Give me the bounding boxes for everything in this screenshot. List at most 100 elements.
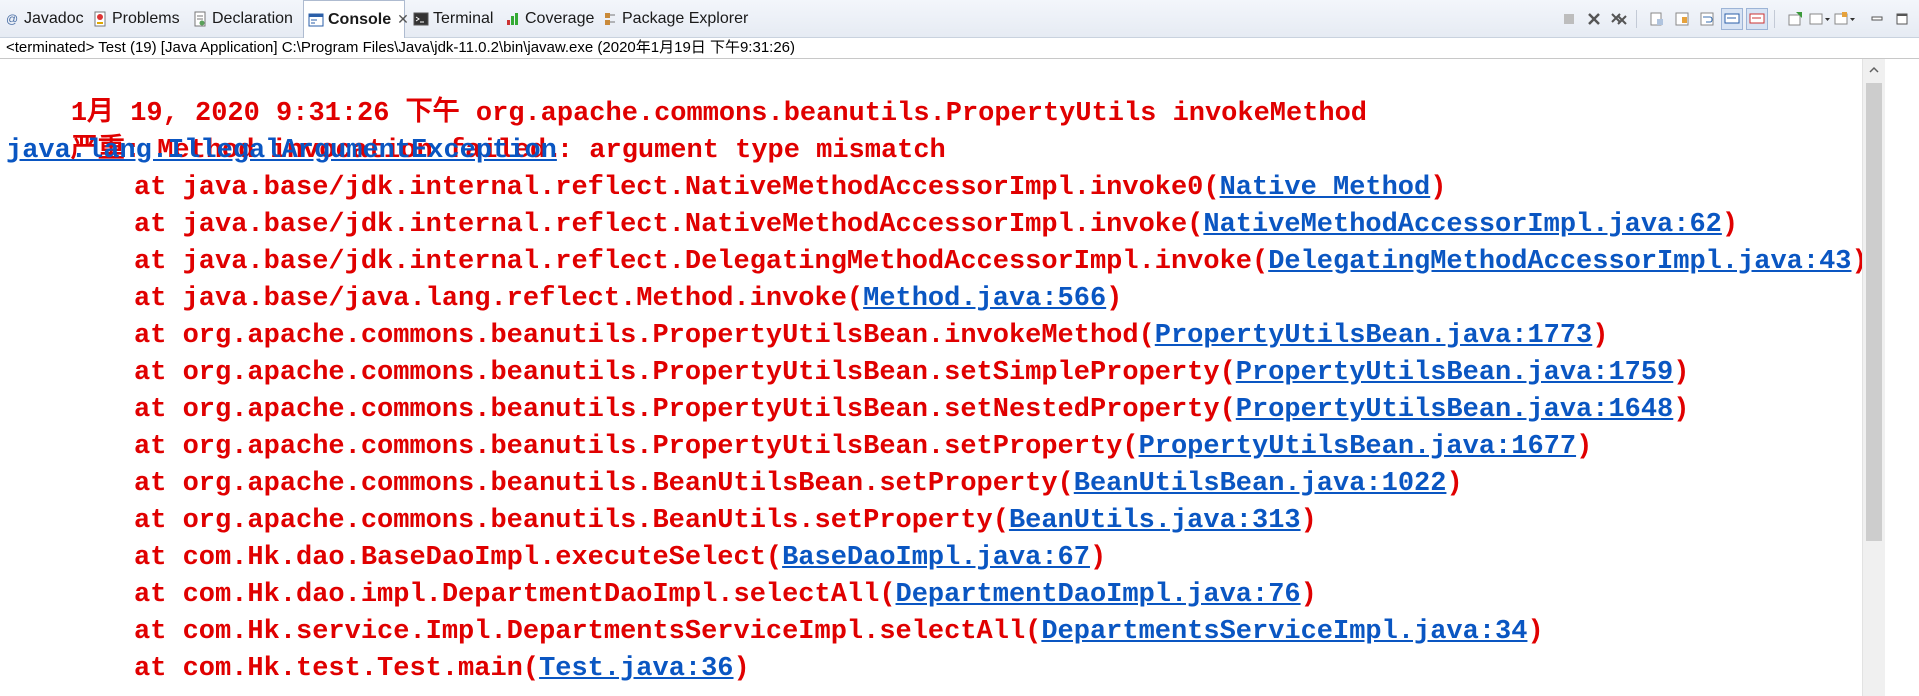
stack-frame-text: at java.base/java.lang.reflect.Method.in… bbox=[134, 284, 864, 314]
toolbar-separator bbox=[1636, 10, 1637, 28]
right-margin bbox=[1885, 59, 1919, 696]
source-link[interactable]: PropertyUtilsBean.java:1648 bbox=[1236, 395, 1673, 425]
coverage-icon bbox=[505, 11, 521, 27]
stack-frame-text: at org.apache.commons.beanutils.BeanUtil… bbox=[134, 469, 1074, 499]
exception-link[interactable]: java.lang.IllegalArgumentException bbox=[6, 136, 557, 166]
stack-frame-close: ) bbox=[1106, 284, 1123, 314]
source-link[interactable]: BeanUtilsBean.java:1022 bbox=[1074, 469, 1447, 499]
vertical-scrollbar[interactable] bbox=[1862, 59, 1885, 696]
source-link[interactable]: BaseDaoImpl.java:67 bbox=[782, 543, 1090, 573]
source-link[interactable]: PropertyUtilsBean.java:1677 bbox=[1139, 432, 1576, 462]
tab-declaration[interactable]: Declaration bbox=[192, 0, 293, 38]
stack-frame-close: ) bbox=[1430, 173, 1447, 203]
source-link[interactable]: DepartmentDaoImpl.java:76 bbox=[896, 580, 1301, 610]
source-link[interactable]: DepartmentsServiceImpl.java:34 bbox=[1041, 617, 1527, 647]
source-link[interactable]: Test.java:36 bbox=[539, 654, 733, 684]
stack-frame-line: at org.apache.commons.beanutils.Property… bbox=[134, 318, 1608, 355]
tab-problems[interactable]: Problems bbox=[92, 0, 180, 38]
minimize-icon[interactable] bbox=[1866, 8, 1888, 30]
stack-frame-close: ) bbox=[1673, 358, 1690, 388]
remove-launch-icon[interactable] bbox=[1583, 8, 1605, 30]
stack-frame-line: at java.base/jdk.internal.reflect.Native… bbox=[134, 170, 1446, 207]
tab-package-explorer[interactable]: Package Explorer bbox=[602, 0, 748, 38]
tab-label: Declaration bbox=[212, 10, 293, 27]
toolbar-separator bbox=[1774, 10, 1775, 28]
close-icon[interactable]: ✕ bbox=[397, 11, 409, 28]
tab-label: Console bbox=[328, 10, 392, 28]
stack-frame-line: at org.apache.commons.beanutils.Property… bbox=[134, 355, 1689, 392]
console-line: 严重: Method invocation failed. bbox=[6, 96, 562, 166]
source-link[interactable]: Native Method bbox=[1220, 173, 1431, 203]
tab-javadoc[interactable]: @ Javadoc bbox=[4, 0, 84, 38]
source-link[interactable]: Method.java:566 bbox=[863, 284, 1106, 314]
stack-frame-close: ) bbox=[1592, 321, 1609, 351]
remove-all-terminated-icon[interactable] bbox=[1608, 8, 1630, 30]
stack-frame-line: at org.apache.commons.beanutils.BeanUtil… bbox=[134, 466, 1463, 503]
stack-frame-close: ) bbox=[1089, 543, 1107, 573]
source-link[interactable]: PropertyUtilsBean.java:1773 bbox=[1155, 321, 1592, 351]
pin-console-icon[interactable] bbox=[1784, 8, 1806, 30]
scroll-up-icon[interactable] bbox=[1863, 59, 1885, 81]
open-console-icon[interactable] bbox=[1834, 8, 1856, 30]
stack-frame-line: at com.Hk.service.Impl.DepartmentsServic… bbox=[134, 614, 1544, 651]
exception-message: : argument type mismatch bbox=[556, 136, 946, 166]
console-output[interactable]: 1月 19, 2020 9:31:26 下午 org.apache.common… bbox=[0, 59, 1862, 696]
stack-frame-close: ) bbox=[1721, 210, 1739, 240]
stack-frame-text: at java.base/jdk.internal.reflect.Native… bbox=[134, 210, 1204, 240]
stack-frame-line: at org.apache.commons.beanutils.BeanUtil… bbox=[134, 503, 1317, 540]
stack-frame-line: at com.Hk.test.Test.main(Test.java:36) bbox=[134, 651, 750, 688]
at-sign-icon: @ bbox=[4, 11, 20, 27]
source-link[interactable]: NativeMethodAccessorImpl.java:62 bbox=[1203, 210, 1721, 240]
clear-console-icon[interactable] bbox=[1646, 8, 1668, 30]
stack-frame-text: at com.Hk.service.Impl.DepartmentsServic… bbox=[134, 617, 1042, 647]
declaration-icon bbox=[192, 11, 208, 27]
tab-label: Javadoc bbox=[24, 10, 84, 27]
stack-frame-close: ) bbox=[1300, 506, 1317, 536]
scrollbar-thumb[interactable] bbox=[1866, 83, 1882, 541]
tab-label: Package Explorer bbox=[622, 10, 749, 27]
stack-frame-text: at com.Hk.dao.BaseDaoImpl.executeSelect( bbox=[134, 543, 783, 573]
console-process-label: <terminated> Test (19) [Java Application… bbox=[0, 38, 1919, 59]
tab-label: Problems bbox=[112, 10, 180, 27]
stack-frame-close: ) bbox=[1673, 395, 1690, 425]
stack-frame-close: ) bbox=[1576, 432, 1593, 462]
view-tab-bar: @ Javadoc Problems Declaration Console ✕… bbox=[0, 0, 1919, 38]
stack-frame-line: at org.apache.commons.beanutils.Property… bbox=[134, 392, 1689, 429]
stack-frame-line: at org.apache.commons.beanutils.Property… bbox=[134, 429, 1592, 466]
tab-console[interactable]: Console ✕ bbox=[303, 0, 409, 38]
console-line: 1月 19, 2020 9:31:26 下午 org.apache.common… bbox=[6, 59, 1367, 129]
stack-frame-close: ) bbox=[1300, 580, 1317, 610]
svg-text:@: @ bbox=[6, 12, 18, 26]
display-console-icon[interactable] bbox=[1809, 8, 1831, 30]
stack-frame-line: at com.Hk.dao.impl.DepartmentDaoImpl.sel… bbox=[134, 577, 1317, 614]
source-link[interactable]: BeanUtils.java:313 bbox=[1009, 506, 1301, 536]
tab-coverage[interactable]: Coverage bbox=[505, 0, 594, 38]
tab-terminal[interactable]: Terminal bbox=[413, 0, 493, 38]
stack-frame-line: at java.base/jdk.internal.reflect.Delega… bbox=[134, 244, 1862, 281]
stack-frame-text: at org.apache.commons.beanutils.BeanUtil… bbox=[134, 506, 1009, 536]
show-stderr-icon[interactable] bbox=[1746, 8, 1768, 30]
package-explorer-icon bbox=[602, 11, 618, 27]
source-link[interactable]: PropertyUtilsBean.java:1759 bbox=[1236, 358, 1673, 388]
source-link[interactable]: DelegatingMethodAccessorImpl.java:43 bbox=[1268, 247, 1851, 277]
show-stdout-icon[interactable] bbox=[1721, 8, 1743, 30]
stack-frame-text: at com.Hk.test.Test.main( bbox=[134, 654, 540, 684]
stack-frame-text: at java.base/jdk.internal.reflect.Delega… bbox=[134, 247, 1269, 277]
problems-icon bbox=[92, 11, 108, 27]
terminate-icon[interactable] bbox=[1558, 8, 1580, 30]
console-line: java.lang.IllegalArgumentException: argu… bbox=[6, 133, 946, 170]
stack-frame-line: at java.base/java.lang.reflect.Method.in… bbox=[134, 281, 1122, 318]
stack-frame-close: ) bbox=[1446, 469, 1463, 499]
terminal-icon bbox=[413, 11, 429, 27]
stack-frame-text: at org.apache.commons.beanutils.Property… bbox=[134, 321, 1155, 351]
stack-frame-close: ) bbox=[1851, 247, 1862, 277]
word-wrap-icon[interactable] bbox=[1696, 8, 1718, 30]
tab-label: Terminal bbox=[433, 10, 494, 27]
maximize-icon[interactable] bbox=[1891, 8, 1913, 30]
console-toolbar bbox=[1555, 6, 1919, 32]
stack-frame-line: at com.Hk.dao.BaseDaoImpl.executeSelect(… bbox=[134, 540, 1106, 577]
scroll-lock-icon[interactable] bbox=[1671, 8, 1693, 30]
stack-frame-close: ) bbox=[733, 654, 750, 684]
stack-frame-text: at java.base/jdk.internal.reflect.Native… bbox=[134, 173, 1220, 203]
stack-frame-text: at com.Hk.dao.impl.DepartmentDaoImpl.sel… bbox=[134, 580, 896, 610]
